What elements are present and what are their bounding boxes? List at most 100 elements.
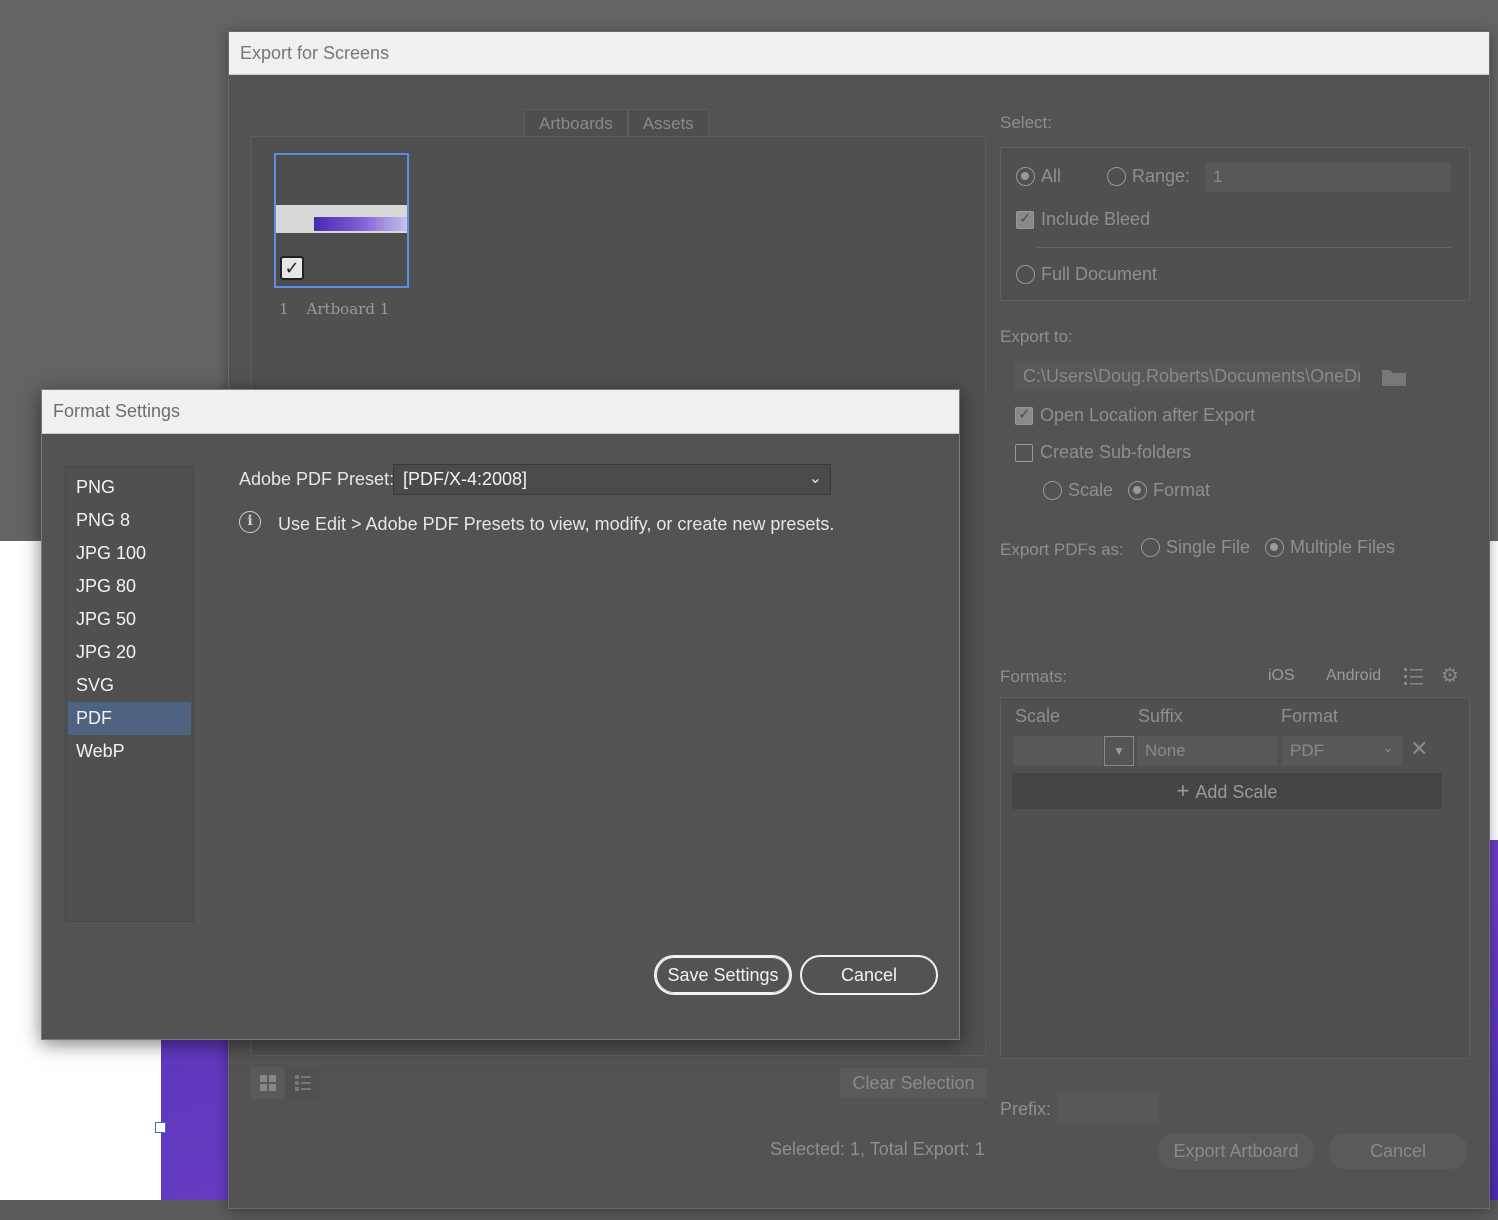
full-document-option[interactable]: Full Document <box>1016 264 1157 285</box>
all-radio[interactable] <box>1016 167 1035 186</box>
chevron-down-icon: ⌄ <box>808 470 822 487</box>
format-select[interactable]: PDF ⌄ <box>1282 736 1402 766</box>
format-item-svg[interactable]: SVG <box>68 669 191 702</box>
status-text: Selected: 1, Total Export: 1 <box>770 1139 985 1159</box>
range-option[interactable]: Range: <box>1107 166 1190 187</box>
preset-info-text: Use Edit > Adobe PDF Presets to view, mo… <box>278 514 835 534</box>
format-select-value: PDF <box>1290 741 1324 760</box>
clear-selection-button[interactable]: Clear Selection <box>840 1068 987 1098</box>
include-bleed-checkbox[interactable] <box>1016 209 1034 229</box>
pdf-preset-value: [PDF/X-4:2008] <box>403 469 528 489</box>
col-header-scale: Scale <box>1015 706 1061 726</box>
grid-view-icon[interactable] <box>251 1067 284 1099</box>
select-label: Select: <box>1000 113 1052 132</box>
tab-assets[interactable]: Assets <box>627 109 709 137</box>
list-view-icon[interactable] <box>286 1067 319 1099</box>
gear-icon[interactable]: ⚙ <box>1441 663 1459 688</box>
create-subfolders-label: Create Sub-folders <box>1040 442 1192 462</box>
chevron-down-icon: ⌄ <box>1382 739 1394 755</box>
tab-bar: Artboards Assets <box>524 109 709 137</box>
format-item-jpg50[interactable]: JPG 50 <box>68 603 191 636</box>
multiple-files-radio[interactable] <box>1265 538 1284 557</box>
open-location-option[interactable]: Open Location after Export <box>1015 405 1255 426</box>
scale-input[interactable] <box>1013 736 1103 766</box>
artboard-name: Artboard 1 <box>306 300 390 318</box>
pdf-preset-label: Adobe PDF Preset: <box>239 469 395 489</box>
remove-scale-icon[interactable]: ✕ <box>1410 736 1428 762</box>
artboard-thumbnail[interactable]: ✓ <box>274 153 409 288</box>
prefix-label: Prefix: <box>1000 1099 1052 1119</box>
format-settings-dialog: Format Settings PNG PNG 8 JPG 100 JPG 80… <box>41 389 960 1040</box>
view-toggle-group <box>251 1067 319 1099</box>
divider <box>1037 247 1451 248</box>
format-item-webp[interactable]: WebP <box>68 735 191 768</box>
select-options-box: All Range: 1 Include Bleed Full Document <box>1000 147 1470 301</box>
prefix-input[interactable] <box>1057 1093 1159 1123</box>
dialog-title: Export for Screens <box>229 32 1489 75</box>
open-location-label: Open Location after Export <box>1040 405 1256 425</box>
formats-label: Formats: <box>1000 667 1068 686</box>
export-path-field[interactable]: C:\Users\Doug.Roberts\Documents\OneDr <box>1015 361 1360 391</box>
format-item-jpg20[interactable]: JPG 20 <box>68 636 191 669</box>
formats-header: Formats: iOS Android ⚙ <box>1000 665 1470 697</box>
full-document-label: Full Document <box>1041 264 1158 284</box>
export-options-column: Select: All Range: 1 Include Bleed Full … <box>1000 109 1470 1123</box>
export-pdfs-section: Export PDFs as: Single File Multiple Fil… <box>1000 537 1470 667</box>
cancel-button[interactable]: Cancel <box>1329 1133 1467 1169</box>
range-radio[interactable] <box>1107 167 1126 186</box>
include-bleed-option[interactable]: Include Bleed <box>1016 209 1150 230</box>
android-button[interactable]: Android <box>1326 667 1381 685</box>
all-option[interactable]: All <box>1016 166 1061 187</box>
open-location-checkbox[interactable] <box>1015 405 1033 425</box>
all-label: All <box>1041 166 1062 186</box>
export-pdfs-label: Export PDFs as: <box>1000 540 1124 559</box>
format-item-pdf[interactable]: PDF <box>68 702 191 735</box>
add-scale-label: Add Scale <box>1195 782 1278 802</box>
single-file-option[interactable]: Single File <box>1141 537 1250 558</box>
tab-artboards[interactable]: Artboards <box>524 109 628 137</box>
format-list: PNG PNG 8 JPG 100 JPG 80 JPG 50 JPG 20 S… <box>65 466 194 922</box>
format-item-jpg100[interactable]: JPG 100 <box>68 537 191 570</box>
format-cancel-button[interactable]: Cancel <box>800 955 938 995</box>
add-scale-button[interactable]: + Add Scale <box>1012 773 1442 809</box>
single-file-label: Single File <box>1166 537 1251 557</box>
save-settings-button[interactable]: Save Settings <box>654 955 792 995</box>
col-header-suffix: Suffix <box>1138 706 1183 726</box>
range-input[interactable]: 1 <box>1205 162 1451 192</box>
pdf-preset-select[interactable]: [PDF/X-4:2008] ⌄ <box>393 464 831 495</box>
scale-radio[interactable] <box>1043 481 1062 500</box>
format-settings-title: Format Settings <box>42 390 959 434</box>
scale-dropdown-icon[interactable]: ▼ <box>1104 736 1134 766</box>
export-artboard-button[interactable]: Export Artboard <box>1158 1133 1314 1169</box>
artboard-checkbox[interactable]: ✓ <box>280 256 304 280</box>
multiple-files-option[interactable]: Multiple Files <box>1265 537 1395 558</box>
artboard-label: 1 Artboard 1 <box>279 300 407 318</box>
full-document-radio[interactable] <box>1016 265 1035 284</box>
info-icon: i <box>239 511 261 533</box>
format-item-png[interactable]: PNG <box>68 471 191 504</box>
selection-handle[interactable] <box>155 1122 166 1133</box>
format-label: Format <box>1153 480 1211 500</box>
ios-button[interactable]: iOS <box>1268 667 1295 685</box>
format-item-png8[interactable]: PNG 8 <box>68 504 191 537</box>
create-subfolders-checkbox[interactable] <box>1015 443 1033 462</box>
plus-icon: + <box>1176 778 1190 803</box>
export-to-section: C:\Users\Doug.Roberts\Documents\OneDr Op… <box>1000 347 1470 547</box>
list-settings-icon[interactable] <box>1403 665 1425 692</box>
format-radio[interactable] <box>1128 481 1147 500</box>
multiple-files-label: Multiple Files <box>1290 537 1396 557</box>
folder-icon[interactable] <box>1381 367 1407 392</box>
thumbnail-preview <box>276 205 407 233</box>
artboard-index: 1 <box>279 300 289 318</box>
col-header-format: Format <box>1281 706 1339 726</box>
suffix-input[interactable]: None <box>1137 736 1277 766</box>
subfolder-format-option[interactable]: Format <box>1128 480 1210 501</box>
formats-table: Scale Suffix Format ▼ None PDF ⌄ ✕ + Add … <box>1000 697 1470 1059</box>
create-subfolders-option[interactable]: Create Sub-folders <box>1015 442 1191 463</box>
format-item-jpg80[interactable]: JPG 80 <box>68 570 191 603</box>
single-file-radio[interactable] <box>1141 538 1160 557</box>
subfolder-scale-option[interactable]: Scale <box>1043 480 1113 501</box>
range-label: Range: <box>1132 166 1191 186</box>
export-to-label: Export to: <box>1000 327 1073 346</box>
scale-label: Scale <box>1068 480 1114 500</box>
